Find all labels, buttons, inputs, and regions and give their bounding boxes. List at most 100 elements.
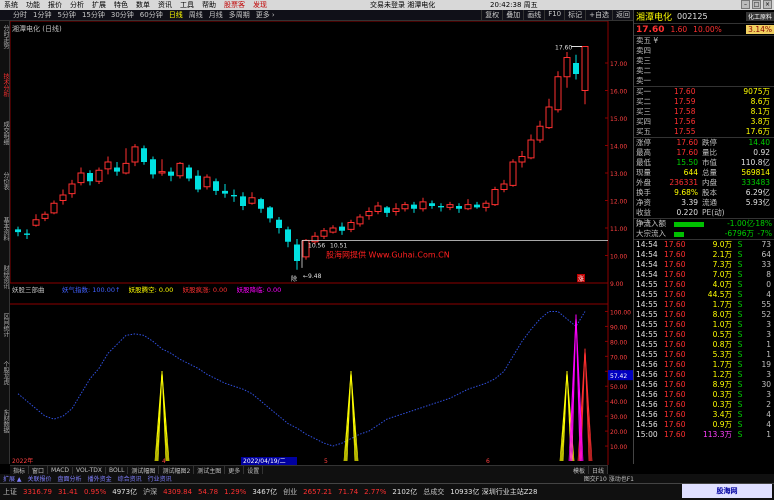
indicator-tab[interactable]: BOLL <box>106 466 129 474</box>
extension-tab[interactable]: 综合资讯 <box>115 474 145 483</box>
candle-body <box>285 229 291 242</box>
bid-label: 买一 <box>636 87 651 96</box>
menu-item[interactable]: 数单 <box>132 0 154 10</box>
ask-book: 卖五 ¥ 卖四 卖三 卖二 卖一 <box>634 36 774 86</box>
candle-body <box>294 244 300 261</box>
period-tab[interactable]: 日线 <box>166 10 186 20</box>
toolbar-action[interactable]: 复权 <box>481 10 502 20</box>
tick-side: S <box>737 340 743 349</box>
maximize-icon[interactable]: □ <box>752 0 761 9</box>
stat-label: 净资 <box>636 198 651 207</box>
extension-tab[interactable]: 扩展 ▲ <box>0 474 25 483</box>
left-tab[interactable]: 东财数据 <box>0 398 10 444</box>
status-field: 54.78 <box>198 488 219 496</box>
menu-item[interactable]: 分析 <box>66 0 88 10</box>
indicator-tab[interactable]: VOL-TDX <box>73 466 106 474</box>
chart-stock-label: 湘潭电化 (日线) <box>12 24 62 33</box>
extension-tab[interactable]: 行业资讯 <box>145 474 175 483</box>
toolbar-action[interactable]: +自选 <box>585 10 612 20</box>
left-tab[interactable]: 基本资料 <box>0 206 10 252</box>
candle-body <box>276 219 282 228</box>
tick-side: S <box>737 270 743 279</box>
menu-item[interactable]: 系统 <box>0 0 22 10</box>
window-title: 交易未登录 湘潭电化 <box>370 1 436 9</box>
tick-volume: 0.5万 <box>712 330 732 339</box>
candle-body <box>356 216 364 225</box>
bid-row[interactable]: 买一 17.60 9075万 <box>634 87 774 97</box>
ask-row[interactable]: 卖四 <box>634 46 774 56</box>
menu-item[interactable]: 特色 <box>110 0 132 10</box>
minimize-icon[interactable]: – <box>741 0 750 9</box>
period-tab[interactable]: 30分钟 <box>108 10 137 20</box>
period-tab[interactable]: 分时 <box>10 10 30 20</box>
tick-list[interactable]: 14:54 17.60 9.0万 S 73 14:54 17.60 2.1万 S 64 14:54 1… <box>634 240 774 440</box>
ask-row[interactable]: 卖二 <box>634 66 774 76</box>
candle-body <box>240 196 246 206</box>
left-tab[interactable]: 技术分析 <box>0 62 10 108</box>
industry-tag[interactable]: 化工原料 <box>745 12 774 21</box>
menu-item[interactable]: 股票客 <box>220 0 249 10</box>
menu-item[interactable]: 功能 <box>22 0 44 10</box>
period-tab[interactable]: 1分钟 <box>30 10 54 20</box>
candle-body <box>429 203 435 206</box>
toolbar-action[interactable]: 标记 <box>564 10 585 20</box>
menu-item[interactable]: 扩展 <box>88 0 110 10</box>
period-tab[interactable]: 月线 <box>206 10 226 20</box>
tick-count: 3 <box>766 370 771 379</box>
candle-body <box>491 189 499 206</box>
bid-row[interactable]: 买三 17.58 8.1万 <box>634 107 774 117</box>
bid-row[interactable]: 买四 17.56 3.8万 <box>634 117 774 127</box>
indicator-tab[interactable]: MACD <box>48 466 74 474</box>
menu-item[interactable]: 发现 <box>249 0 271 10</box>
status-field: 2102亿 <box>392 488 418 496</box>
extension-tab[interactable]: 播外资金 <box>85 474 115 483</box>
candle-body <box>141 148 147 162</box>
tick-side: S <box>737 410 743 419</box>
period-tab[interactable]: 多周期 <box>226 10 253 20</box>
tick-row: 14:55 17.60 8.0万 S 52 <box>634 310 774 320</box>
quote-stats: 涨停 17.60 跌停 14.40 最高 17.60 量比 0.92 最低 15.50 市值 110.… <box>634 138 774 227</box>
close-icon[interactable]: × <box>763 0 772 9</box>
candle-body <box>500 183 508 190</box>
bid-label: 买四 <box>636 117 651 126</box>
extension-tab[interactable]: 盘面分析 <box>55 474 85 483</box>
toolbar-action[interactable]: 画线 <box>523 10 544 20</box>
toolbar-action[interactable]: 返回 <box>612 10 633 20</box>
ask-row[interactable]: 卖五 ¥ <box>634 36 774 46</box>
period-tab[interactable]: 5分钟 <box>54 10 78 20</box>
left-tab[interactable]: 分价表 <box>0 158 10 204</box>
menu-item[interactable]: 报价 <box>44 0 66 10</box>
menu-item[interactable]: 资讯 <box>154 0 176 10</box>
menu-item[interactable]: 帮助 <box>198 0 220 10</box>
period-tab[interactable]: 周线 <box>186 10 206 20</box>
money-flow: 净流入额 -1.00亿 -18% 大宗流入 -6796万 -7% <box>634 219 774 239</box>
bid-row[interactable]: 买二 17.59 8.6万 <box>634 97 774 107</box>
menu-item[interactable]: 工具 <box>176 0 198 10</box>
toolbar-action[interactable]: F10 <box>544 10 564 20</box>
candle-body <box>446 204 454 208</box>
tick-count: 73 <box>761 240 771 249</box>
stat-value: 333483 <box>741 178 770 187</box>
tick-price: 17.60 <box>664 310 686 319</box>
period-tab[interactable]: 更多 › <box>253 10 278 20</box>
tick-volume: 1.2万 <box>712 370 732 379</box>
candle-body <box>554 76 562 111</box>
toolbar-action[interactable]: 叠加 <box>502 10 523 20</box>
kline-chart-svg[interactable]: 湘潭电化 (日线) 17.00 16.00 15.00 14.00 13.00 12.00 1… <box>10 21 633 465</box>
candle-body <box>563 57 571 78</box>
left-tab[interactable]: 区间统计 <box>0 302 10 348</box>
bid-row[interactable]: 买五 17.55 17.6万 <box>634 127 774 137</box>
extension-hint[interactable]: 图交F10 涨动也F1 <box>581 474 774 483</box>
stat-row: 涨停 17.60 跌停 14.40 <box>634 138 774 148</box>
candle-body <box>158 171 166 174</box>
left-tab[interactable]: 个股龙虎 <box>0 350 10 396</box>
kline-chart-area[interactable]: 湘潭电化 (日线) 17.00 16.00 15.00 14.00 13.00 12.00 1… <box>10 21 633 465</box>
ask-row[interactable]: 卖三 <box>634 56 774 66</box>
left-tab[interactable]: 成交明细 <box>0 110 10 156</box>
period-tab[interactable]: 15分钟 <box>79 10 108 20</box>
period-tab[interactable]: 60分钟 <box>137 10 166 20</box>
extension-tab[interactable]: 关联报价 <box>25 474 55 483</box>
indicator-name[interactable]: 妖股三部曲 <box>12 285 45 294</box>
ask-row[interactable]: 卖一 <box>634 76 774 86</box>
left-tab[interactable]: 财经资讯 <box>0 254 10 300</box>
